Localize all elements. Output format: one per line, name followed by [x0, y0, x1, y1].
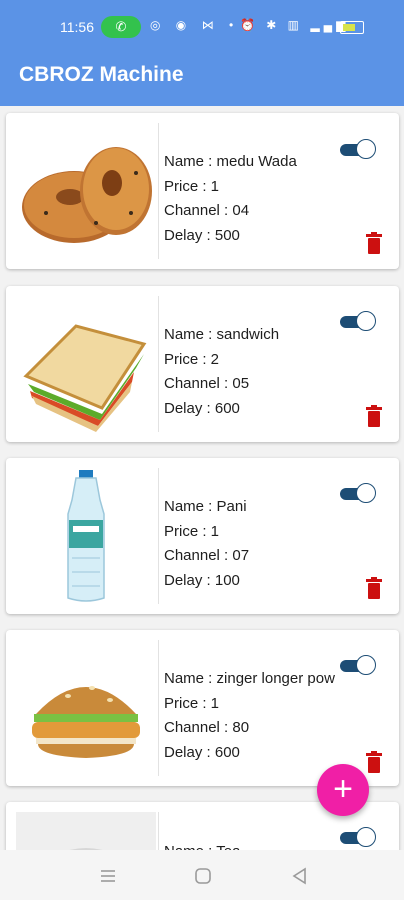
system-nav-bar — [0, 850, 404, 900]
home-icon[interactable] — [193, 866, 213, 886]
call-indicator-icon[interactable]: ✆ — [101, 16, 141, 38]
item-price: Price : 1 — [164, 694, 220, 712]
item-delay: Delay : 600 — [164, 743, 240, 761]
battery-icon — [340, 21, 364, 34]
sandwich-image — [16, 296, 156, 432]
back-icon[interactable] — [290, 866, 310, 886]
delete-icon[interactable] — [365, 232, 383, 254]
app-title: CBROZ Machine — [19, 63, 184, 86]
enable-toggle[interactable] — [340, 827, 376, 847]
enable-toggle[interactable] — [340, 139, 376, 159]
item-delay: Delay : 500 — [164, 226, 240, 244]
enable-toggle[interactable] — [340, 483, 376, 503]
app-bar: 11:56 ✆ ◎ ◉ ⋈ • ⏰ ✱ ▥ ▂▄▆ CBROZ Machine — [0, 0, 404, 106]
item-price: Price : 1 — [164, 177, 220, 195]
menu-icon[interactable] — [98, 866, 118, 886]
delete-icon[interactable] — [365, 405, 383, 427]
item-price: Price : 2 — [164, 350, 220, 368]
status-time: 11:56 — [60, 19, 94, 35]
burger-image — [16, 640, 156, 776]
delete-icon[interactable] — [365, 751, 383, 773]
status-bar: 11:56 ✆ ◎ ◉ ⋈ • ⏰ ✱ ▥ ▂▄▆ — [0, 0, 404, 54]
item-delay: Delay : 600 — [164, 399, 240, 417]
item-channel: Channel : 07 — [164, 547, 250, 564]
product-card[interactable]: Name : zinger longer pow Price : 1 Chann… — [6, 630, 399, 786]
item-price: Price : 1 — [164, 522, 220, 540]
system-icons: ⏰ ✱ ▥ ▂▄▆ — [240, 18, 350, 32]
enable-toggle[interactable] — [340, 311, 376, 331]
item-delay: Delay : 100 — [164, 571, 240, 589]
product-card[interactable]: Name : Pani Price : 1 Channel : 07 Delay… — [6, 458, 399, 614]
notification-icons: ◎ ◉ ⋈ • — [150, 18, 240, 32]
item-channel: Channel : 05 — [164, 375, 250, 392]
medu-wada-image — [16, 123, 156, 259]
item-name: Name : sandwich — [164, 326, 280, 343]
water-bottle-image — [16, 468, 156, 604]
product-card[interactable]: Name : sandwich Price : 2 Channel : 05 D… — [6, 286, 399, 442]
product-card[interactable]: Name : medu Wada Price : 1 Channel : 04 … — [6, 113, 399, 269]
delete-icon[interactable] — [365, 577, 383, 599]
item-channel: Channel : 80 — [164, 719, 250, 736]
enable-toggle[interactable] — [340, 655, 376, 675]
item-name: Name : zinger longer pow — [164, 670, 335, 687]
add-icon: + — [333, 770, 353, 808]
add-item-button[interactable]: + — [317, 764, 369, 816]
item-name: Name : Pani — [164, 498, 247, 515]
item-channel: Channel : 04 — [164, 202, 250, 219]
item-name: Name : medu Wada — [164, 153, 297, 170]
